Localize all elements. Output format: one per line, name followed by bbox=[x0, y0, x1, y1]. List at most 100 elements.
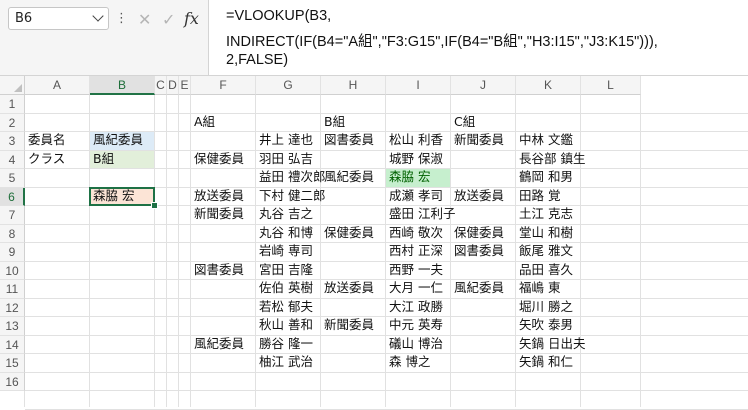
column-header-k[interactable]: K bbox=[516, 76, 581, 95]
cell-g7[interactable]: 丸谷 吉之 bbox=[256, 205, 313, 224]
cell-k15[interactable]: 矢鍋 和仁 bbox=[516, 353, 573, 372]
selection-box bbox=[89, 186, 155, 206]
cell-i6[interactable]: 成瀬 孝司 bbox=[386, 187, 443, 206]
cell-i8[interactable]: 西崎 敬次 bbox=[386, 224, 443, 243]
more-options-icon[interactable]: ⋮ bbox=[115, 11, 128, 26]
cell-i14[interactable]: 礒山 博治 bbox=[386, 335, 443, 354]
column-header-l[interactable]: L bbox=[581, 76, 641, 95]
cell-i4[interactable]: 城野 保淑 bbox=[386, 150, 443, 169]
cell-i9[interactable]: 西村 正深 bbox=[386, 242, 443, 261]
row-header-12[interactable]: 12 bbox=[0, 298, 25, 317]
cell-g9[interactable]: 岩崎 専司 bbox=[256, 242, 313, 261]
cell-i13[interactable]: 中元 英寿 bbox=[386, 316, 443, 335]
column-header-b[interactable]: B bbox=[90, 76, 155, 95]
cell-f6[interactable]: 放送委員 bbox=[191, 187, 244, 206]
column-header-j[interactable]: J bbox=[451, 76, 516, 95]
column-header-g[interactable]: G bbox=[256, 76, 321, 95]
cell-k14[interactable]: 矢鍋 日出夫 bbox=[516, 335, 585, 354]
row-header-13[interactable]: 13 bbox=[0, 317, 25, 336]
insert-function-icon[interactable]: fx bbox=[184, 9, 199, 28]
row-header-16[interactable]: 16 bbox=[0, 372, 25, 391]
cell-h3[interactable]: 図書委員 bbox=[321, 131, 374, 150]
cell-g11[interactable]: 佐伯 英樹 bbox=[256, 279, 313, 298]
column-header-a[interactable]: A bbox=[25, 76, 90, 95]
row-header-7[interactable]: 7 bbox=[0, 206, 25, 225]
cell-h11[interactable]: 放送委員 bbox=[321, 279, 374, 298]
cell-f10[interactable]: 図書委員 bbox=[191, 261, 244, 280]
cell-f7[interactable]: 新聞委員 bbox=[191, 205, 244, 224]
cell-k13[interactable]: 矢吹 泰男 bbox=[516, 316, 573, 335]
cell-k7[interactable]: 土江 克志 bbox=[516, 205, 573, 224]
cell-g14[interactable]: 勝谷 隆一 bbox=[256, 335, 313, 354]
cell-j3[interactable]: 新聞委員 bbox=[451, 131, 504, 150]
formula-input[interactable]: =VLOOKUP(B3, INDIRECT(IF(B4="A組","F3:G15… bbox=[208, 0, 748, 75]
cell-i10[interactable]: 西野 一夫 bbox=[386, 261, 443, 280]
cell-b4[interactable]: B組 bbox=[90, 150, 114, 169]
cell-j8[interactable]: 保健委員 bbox=[451, 224, 504, 243]
cell-h13[interactable]: 新聞委員 bbox=[321, 316, 374, 335]
cell-i15[interactable]: 森 博之 bbox=[386, 353, 430, 372]
cell-g5[interactable]: 益田 禮次郎 bbox=[256, 168, 325, 187]
cell-j2[interactable]: C組 bbox=[451, 113, 475, 132]
cell-a4[interactable]: クラス bbox=[25, 150, 65, 169]
cell-g3[interactable]: 井上 達也 bbox=[256, 131, 313, 150]
cell-i11[interactable]: 大月 一仁 bbox=[386, 279, 443, 298]
cell-k4[interactable]: 長谷部 鎮生 bbox=[516, 150, 585, 169]
cell-g8[interactable]: 丸谷 和博 bbox=[256, 224, 313, 243]
fill-handle[interactable] bbox=[151, 202, 158, 209]
row-header-6[interactable]: 6 bbox=[0, 187, 25, 206]
cell-j6[interactable]: 放送委員 bbox=[451, 187, 504, 206]
cell-g15[interactable]: 柚江 武治 bbox=[256, 353, 313, 372]
column-header-e[interactable]: E bbox=[179, 76, 191, 95]
close-icon[interactable]: ✕ bbox=[138, 10, 151, 29]
row-header-8[interactable]: 8 bbox=[0, 224, 25, 243]
cell-j11[interactable]: 風紀委員 bbox=[451, 279, 504, 298]
row-header-14[interactable]: 14 bbox=[0, 335, 25, 354]
cell-a3[interactable]: 委員名 bbox=[25, 131, 66, 150]
cell-h2[interactable]: B組 bbox=[321, 113, 345, 132]
cell-b3[interactable]: 風紀委員 bbox=[90, 131, 143, 150]
cell-i5[interactable]: 森脇 宏 bbox=[386, 168, 430, 187]
cell-f14[interactable]: 風紀委員 bbox=[191, 335, 244, 354]
column-header-c[interactable]: C bbox=[155, 76, 167, 95]
column-header-i[interactable]: I bbox=[386, 76, 451, 95]
cell-g10[interactable]: 宮田 吉隆 bbox=[256, 261, 313, 280]
column-header-f[interactable]: F bbox=[191, 76, 256, 95]
cell-k3[interactable]: 中林 文鑑 bbox=[516, 131, 573, 150]
row-header-15[interactable]: 15 bbox=[0, 354, 25, 373]
cell-i3[interactable]: 松山 利香 bbox=[386, 131, 443, 150]
cell-k12[interactable]: 堀川 勝之 bbox=[516, 298, 573, 317]
cell-h5[interactable]: 風紀委員 bbox=[321, 168, 374, 187]
row-header-2[interactable]: 2 bbox=[0, 113, 25, 132]
cell-k11[interactable]: 福嶋 東 bbox=[516, 279, 560, 298]
cell-f4[interactable]: 保健委員 bbox=[191, 150, 244, 169]
cell-g4[interactable]: 羽田 弘吉 bbox=[256, 150, 313, 169]
cell-h8[interactable]: 保健委員 bbox=[321, 224, 374, 243]
name-box[interactable]: B6 bbox=[8, 7, 109, 30]
cell-g6[interactable]: 下村 健二郎 bbox=[256, 187, 325, 206]
row-header-5[interactable]: 5 bbox=[0, 169, 25, 188]
row-header-1[interactable]: 1 bbox=[0, 95, 25, 114]
column-header-d[interactable]: D bbox=[167, 76, 179, 95]
cell-i7[interactable]: 盛田 江利子 bbox=[386, 205, 455, 224]
select-all-button[interactable] bbox=[0, 76, 25, 95]
row-header-10[interactable]: 10 bbox=[0, 261, 25, 280]
column-header-h[interactable]: H bbox=[321, 76, 386, 95]
row-header-9[interactable]: 9 bbox=[0, 243, 25, 262]
cell-j9[interactable]: 図書委員 bbox=[451, 242, 504, 261]
row-header-3[interactable]: 3 bbox=[0, 132, 25, 151]
cell-k8[interactable]: 堂山 和樹 bbox=[516, 224, 573, 243]
cell-i12[interactable]: 大江 政勝 bbox=[386, 298, 443, 317]
cell-f2[interactable]: A組 bbox=[191, 113, 215, 132]
cell-g13[interactable]: 秋山 善和 bbox=[256, 316, 313, 335]
worksheet-grid[interactable]: A B C D E F G H I J K L 1 2 3 4 5 6 7 8 9 10 11 12 13 14 15 16 委員名 風紀… bbox=[0, 76, 748, 410]
cell-k5[interactable]: 鶴岡 和男 bbox=[516, 168, 573, 187]
cell-k9[interactable]: 飯尾 雅文 bbox=[516, 242, 573, 261]
row-header-4[interactable]: 4 bbox=[0, 150, 25, 169]
cell-g12[interactable]: 若松 郁夫 bbox=[256, 298, 313, 317]
cell-k6[interactable]: 田路 覚 bbox=[516, 187, 560, 206]
chevron-down-icon[interactable] bbox=[92, 10, 104, 22]
check-icon[interactable]: ✓ bbox=[162, 10, 175, 29]
cell-k10[interactable]: 品田 喜久 bbox=[516, 261, 573, 280]
row-header-11[interactable]: 11 bbox=[0, 280, 25, 299]
